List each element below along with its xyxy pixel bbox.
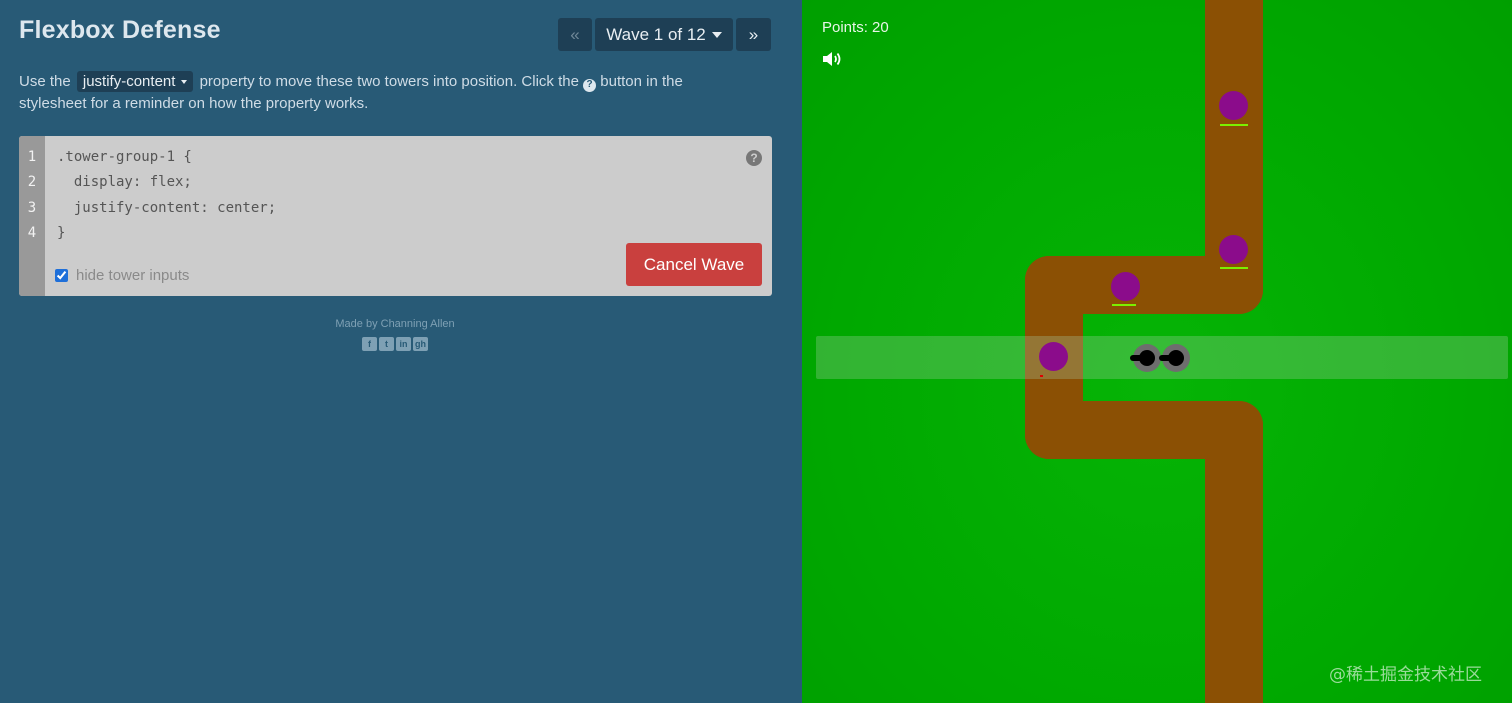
- instructions-before: Use the: [19, 73, 71, 90]
- speaker-icon[interactable]: [822, 50, 844, 68]
- caret-down-icon: [711, 31, 722, 38]
- github-icon[interactable]: gh: [413, 337, 428, 351]
- property-dropdown[interactable]: justify-content: [76, 71, 194, 92]
- facebook-icon[interactable]: f: [362, 337, 377, 351]
- watermark: @稀土掘金技术社区: [1329, 665, 1482, 685]
- double-chevron-left-icon: «: [570, 24, 580, 44]
- hide-tower-inputs-checkbox[interactable]: [55, 269, 68, 282]
- game-board: Points: 20 @稀土掘金技术社区: [802, 0, 1512, 703]
- social-links: f t in gh: [362, 337, 428, 351]
- hide-tower-inputs-label: hide tower inputs: [76, 267, 190, 284]
- code-line: }: [57, 225, 66, 241]
- twitter-icon[interactable]: t: [379, 337, 394, 351]
- points-counter: Points: 20: [822, 19, 889, 36]
- enemy: [1219, 91, 1248, 120]
- line-number-gutter: 1 2 3 4: [19, 136, 45, 296]
- previous-wave-button[interactable]: «: [558, 18, 592, 51]
- enemy-health-bar: [1220, 267, 1248, 269]
- line-number: 3: [27, 200, 37, 216]
- code-line: justify-content: center;: [57, 200, 277, 216]
- credit-text: Made by Channing Allen: [335, 318, 455, 330]
- tower[interactable]: [1130, 344, 1161, 372]
- enemy: [1039, 342, 1068, 371]
- line-number: 2: [27, 174, 37, 190]
- caret-down-icon: [181, 80, 188, 85]
- double-chevron-right-icon: »: [748, 24, 759, 44]
- enemy-health-bar: [1220, 124, 1248, 126]
- hide-tower-inputs-toggle[interactable]: hide tower inputs: [55, 267, 189, 284]
- tower[interactable]: [1159, 344, 1190, 372]
- instructions-middle: property to move these two towers into p…: [199, 73, 579, 90]
- line-number: 4: [27, 225, 37, 241]
- help-button[interactable]: ?: [746, 150, 762, 166]
- code-line: .tower-group-1 {: [57, 149, 192, 165]
- linkedin-icon[interactable]: in: [396, 337, 411, 351]
- enemy-health-bar: [1112, 304, 1136, 306]
- wave-navigation: « Wave 1 of 12 »: [558, 18, 771, 51]
- instructions-panel: Flexbox Defense « Wave 1 of 12 » Use the…: [0, 0, 802, 703]
- next-wave-button[interactable]: »: [736, 18, 771, 51]
- line-number: 1: [27, 149, 37, 165]
- cancel-wave-button[interactable]: Cancel Wave: [626, 243, 762, 286]
- tower-core: [1139, 350, 1155, 366]
- enemy-path-segment: [1205, 401, 1263, 703]
- page-title: Flexbox Defense: [19, 16, 221, 44]
- tower-core: [1168, 350, 1184, 366]
- enemy: [1219, 235, 1248, 264]
- question-circle-icon: ?: [583, 78, 597, 92]
- code-line: display: flex;: [57, 174, 192, 190]
- wave-select-dropdown[interactable]: Wave 1 of 12: [595, 18, 733, 51]
- wave-label: Wave 1 of 12: [606, 24, 706, 44]
- property-name: justify-content: [82, 73, 176, 90]
- css-editor: 1 2 3 4 .tower-group-1 { display: flex; …: [19, 136, 772, 296]
- instructions-text: Use the justify-content property to move…: [19, 71, 739, 115]
- enemy-health-bar: [1040, 375, 1043, 377]
- enemy: [1111, 272, 1140, 301]
- question-circle-icon: ?: [750, 151, 758, 165]
